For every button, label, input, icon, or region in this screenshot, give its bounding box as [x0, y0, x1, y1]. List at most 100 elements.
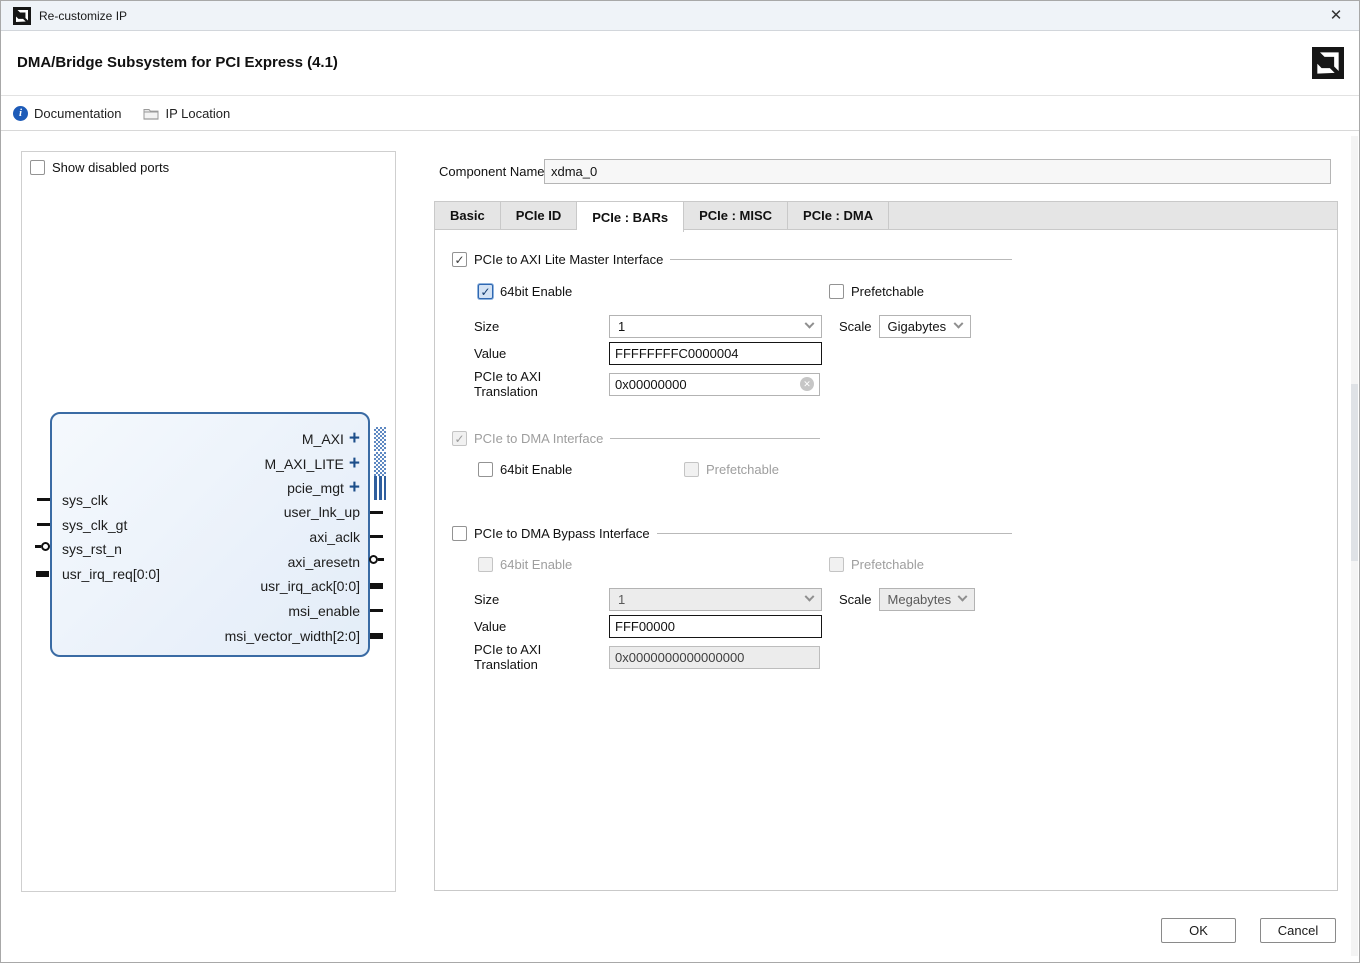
port-sys-rst-n: sys_rst_n [62, 539, 122, 559]
axi-lite-translation-label: PCIe to AXI Translation [474, 369, 602, 399]
axi-lite-scale-select[interactable]: Gigabytes [879, 315, 971, 338]
xilinx-amd-logo [1312, 47, 1344, 79]
axi-lite-prefetchable-label: Prefetchable [851, 284, 924, 299]
cancel-button[interactable]: Cancel [1260, 918, 1336, 943]
port-usr-irq-req: usr_irq_req[0:0] [62, 564, 160, 584]
axi-lite-translation-input[interactable] [615, 377, 800, 392]
bypass-value-label: Value [474, 619, 602, 634]
pin-stub-msi-vector-width-bus [370, 633, 383, 639]
ok-button[interactable]: OK [1161, 918, 1236, 943]
pcie-bars-tab-panel: ✓ PCIe to AXI Lite Master Interface ✓ 64… [434, 229, 1338, 891]
section-axi-lite-title: PCIe to AXI Lite Master Interface [474, 252, 663, 267]
dma-prefetchable-row: ✓ Prefetchable [684, 462, 779, 477]
bypass-size-select: 1 [609, 588, 822, 611]
axi-lite-value-label: Value [474, 346, 602, 361]
tab-basic[interactable]: Basic [435, 202, 501, 229]
bypass-translation-row: PCIe to AXI Translation [474, 642, 820, 672]
axi-lite-64bit-enable-checkbox[interactable]: ✓ [478, 284, 493, 299]
ip-block-diagram: M_AXI+ M_AXI_LITE+ pcie_mgt+ user_lnk_up… [50, 412, 370, 657]
port-user-lnk-up: user_lnk_up [284, 502, 360, 522]
section-dma-bypass-header: ✓ PCIe to DMA Bypass Interface [452, 526, 1012, 541]
dma-64bit-enable-checkbox[interactable]: ✓ [478, 462, 493, 477]
expand-plus-icon[interactable]: + [349, 432, 360, 446]
bypass-size-label: Size [474, 592, 602, 607]
interface-badge-solid-pcie-mgt [374, 476, 386, 500]
port-pcie-mgt[interactable]: pcie_mgt+ [287, 478, 360, 498]
port-msi-enable: msi_enable [288, 601, 360, 621]
chevron-down-icon [805, 592, 815, 602]
folder-icon [143, 107, 159, 120]
axi-lite-scale-label: Scale [839, 319, 872, 334]
ip-symbol-panel: ✓ Show disabled ports M_AXI+ M_AXI_LITE+… [21, 151, 396, 892]
pin-stub-usr-irq-ack-bus [370, 583, 383, 589]
chevron-down-icon [805, 319, 815, 329]
pcie-dma-bypass-checkbox[interactable]: ✓ [452, 526, 467, 541]
tab-bar: Basic PCIe ID PCIe : BARs PCIe : MISC PC… [434, 201, 1338, 229]
bypass-prefetchable-label: Prefetchable [851, 557, 924, 572]
pin-stub-axi-aresetn-inverted [369, 555, 384, 564]
scrollbar-thumb[interactable] [1351, 384, 1358, 561]
bypass-64bit-enable-checkbox: ✓ [478, 557, 493, 572]
port-m-axi[interactable]: M_AXI+ [302, 429, 360, 449]
page-title: DMA/Bridge Subsystem for PCI Express (4.… [17, 54, 338, 71]
interface-badge-dashed-m-axi-lite [374, 452, 386, 476]
port-sys-clk-gt: sys_clk_gt [62, 515, 127, 535]
clear-icon[interactable]: ✕ [800, 377, 814, 391]
tab-pcie-bars[interactable]: PCIe : BARs [577, 202, 684, 232]
port-axi-aclk: axi_aclk [309, 527, 360, 547]
bypass-64bit-row: ✓ 64bit Enable [478, 557, 572, 572]
bypass-value-input[interactable] [609, 615, 822, 638]
pcie-dma-checkbox: ✓ [452, 431, 467, 446]
tab-pcie-id[interactable]: PCIe ID [501, 202, 578, 229]
ip-location-label: IP Location [165, 106, 230, 121]
axi-lite-size-label: Size [474, 319, 602, 334]
tab-pcie-misc[interactable]: PCIe : MISC [684, 202, 788, 229]
bypass-value-row: Value [474, 615, 822, 638]
axi-lite-translation-field[interactable]: ✕ [609, 373, 820, 396]
bypass-translation-label: PCIe to AXI Translation [474, 642, 602, 672]
axi-lite-prefetchable-checkbox[interactable]: ✓ [829, 284, 844, 299]
section-divider [610, 438, 820, 439]
dma-64bit-enable-label: 64bit Enable [500, 462, 572, 477]
axi-lite-value-input[interactable] [609, 342, 822, 365]
component-name-input[interactable] [544, 159, 1331, 184]
pin-stub-user-lnk-up [370, 511, 383, 514]
dialog-toolbar: i Documentation IP Location [1, 97, 1360, 131]
dialog-header: DMA/Bridge Subsystem for PCI Express (4.… [1, 32, 1360, 96]
bypass-prefetchable-row: ✓ Prefetchable [829, 557, 924, 572]
axi-lite-64bit-row: ✓ 64bit Enable [478, 284, 572, 299]
section-divider [657, 533, 1012, 534]
dma-prefetchable-label: Prefetchable [706, 462, 779, 477]
axi-lite-translation-row: PCIe to AXI Translation ✕ [474, 369, 820, 399]
window-title: Re-customize IP [39, 9, 127, 23]
interface-badge-dashed-m-axi [374, 427, 386, 451]
bypass-scale-label: Scale [839, 592, 872, 607]
ip-location-button[interactable]: IP Location [143, 106, 230, 121]
pcie-axi-lite-checkbox[interactable]: ✓ [452, 252, 467, 267]
expand-plus-icon[interactable]: + [349, 457, 360, 471]
chevron-down-icon [957, 592, 967, 602]
pin-stub-usr-irq-req-bus [36, 571, 49, 577]
port-msi-vector-width: msi_vector_width[2:0] [225, 626, 360, 646]
show-disabled-ports-label: Show disabled ports [52, 160, 169, 175]
documentation-button[interactable]: i Documentation [13, 106, 121, 121]
chevron-down-icon [953, 319, 963, 329]
amd-app-icon [13, 7, 31, 25]
port-sys-clk: sys_clk [62, 490, 108, 510]
expand-plus-icon[interactable]: + [349, 481, 360, 495]
pin-stub-sys-clk-gt [37, 523, 50, 526]
tab-pcie-dma[interactable]: PCIe : DMA [788, 202, 889, 229]
axi-lite-size-select[interactable]: 1 [609, 315, 822, 338]
close-icon[interactable]: ✕ [1325, 5, 1347, 27]
bypass-scale-select: Megabytes [879, 588, 975, 611]
port-usr-irq-ack: usr_irq_ack[0:0] [260, 576, 360, 596]
port-m-axi-lite[interactable]: M_AXI_LITE+ [265, 454, 360, 474]
section-dma-header: ✓ PCIe to DMA Interface [452, 431, 820, 446]
axi-lite-value-row: Value [474, 342, 822, 365]
section-dma-bypass-title: PCIe to DMA Bypass Interface [474, 526, 650, 541]
axi-lite-prefetchable-row: ✓ Prefetchable [829, 284, 924, 299]
pin-stub-axi-aclk [370, 535, 383, 538]
show-disabled-ports-checkbox[interactable]: ✓ [30, 160, 45, 175]
axi-lite-64bit-enable-label: 64bit Enable [500, 284, 572, 299]
pin-stub-sys-rst-n-inverted [35, 542, 50, 551]
